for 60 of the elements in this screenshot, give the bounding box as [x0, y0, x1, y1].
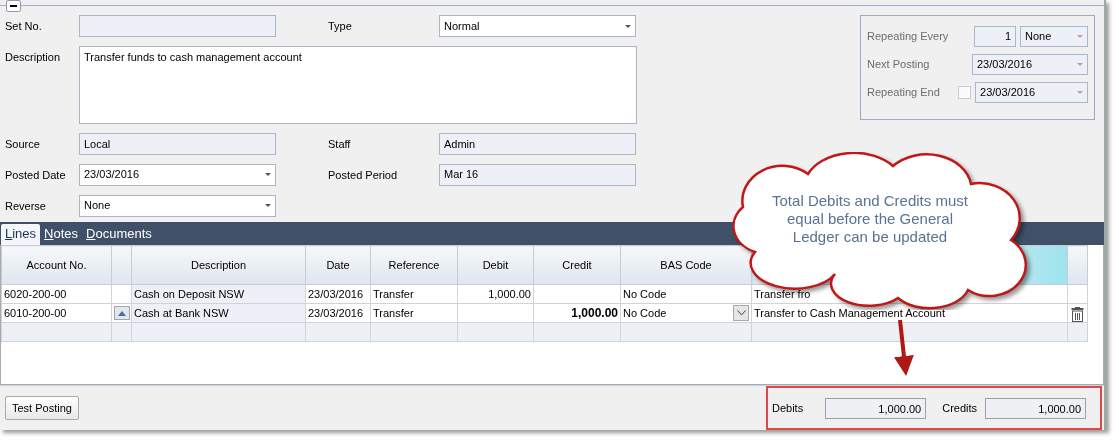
dropdown-field[interactable]: 23/03/2016 — [79, 163, 276, 186]
table-cell: Cash on Deposit NSW — [134, 288, 245, 301]
collapse-button[interactable] — [6, 0, 21, 12]
input-field[interactable]: Admin — [439, 132, 636, 155]
column-header: Credit — [533, 245, 621, 285]
table-cell: 6020-200-00 — [4, 288, 67, 301]
table-cell: Transfer fro — [754, 288, 811, 301]
field-label: Repeating Every — [867, 29, 950, 45]
dropdown-arrow-icon[interactable] — [265, 173, 271, 177]
dropdown-arrow-icon[interactable] — [265, 204, 271, 208]
test-posting-button[interactable]: Test Posting — [5, 395, 79, 421]
table-cell: 1,000.00 — [571, 306, 618, 321]
totals-label: Credits — [942, 400, 978, 416]
field-label: Description — [5, 49, 62, 65]
tab[interactable]: Lines — [1, 224, 41, 246]
input-field[interactable] — [79, 15, 276, 37]
table-row[interactable]: 6010-200-00 Cash at Bank NSW 23/03/2016 Transfer 1,000.00 No Code Transfer to Cash Management Account — [1, 303, 1088, 323]
column-header: Date — [305, 245, 371, 285]
input-field[interactable]: Mar 16 — [439, 163, 636, 186]
table-cell: Transfer — [373, 288, 414, 301]
dropdown-arrow-icon[interactable] — [625, 24, 631, 28]
total-field: 1,000.00 — [985, 397, 1087, 419]
field-label: Next Posting — [867, 57, 931, 73]
callout-text: Total Debits and Credits must equal before the General Ledger can be updated — [771, 192, 969, 246]
table-cell: 1,000.00 — [488, 288, 531, 301]
table-cell: Transfer — [373, 307, 414, 320]
column-header: Debit — [457, 245, 534, 285]
table-cell: No Code — [623, 307, 667, 320]
field-label: Source — [5, 136, 41, 152]
totals-label: Debits — [772, 400, 804, 416]
chevron-down-icon — [736, 310, 746, 317]
field-label: Staff — [328, 136, 352, 152]
field-label: Posted Date — [5, 167, 67, 183]
input-field[interactable]: Local — [79, 132, 276, 155]
table-cell: 23/03/2016 — [308, 288, 364, 301]
column-header: Reference — [370, 245, 458, 285]
table-cell: Transfer to Cash Management Account — [754, 307, 945, 320]
move-up-button[interactable] — [114, 306, 130, 321]
dropdown-field[interactable]: None — [79, 194, 276, 217]
pointer-arrow — [894, 319, 914, 376]
table-cell: 6010-200-00 — [4, 307, 67, 320]
field-label: Reverse — [5, 198, 47, 214]
tab[interactable]: Documents — [82, 224, 156, 246]
field-label: Type — [328, 19, 353, 34]
dropdown-field[interactable]: Normal — [439, 15, 636, 37]
field-label: Set No. — [5, 19, 43, 34]
text-area[interactable]: Transfer funds to cash management account — [79, 45, 637, 124]
tab[interactable]: Notes — [40, 224, 83, 246]
trash-icon[interactable] — [1071, 306, 1084, 322]
column-header: Account No. — [1, 245, 112, 285]
field-label: Repeating End — [867, 85, 941, 101]
field-label: Posted Period — [328, 167, 399, 183]
up-arrow-icon — [118, 310, 126, 316]
table-cell: 23/03/2016 — [308, 307, 364, 320]
column-header: Description — [131, 245, 306, 285]
table-cell: No Code — [623, 288, 667, 301]
total-field: 1,000.00 — [825, 397, 927, 419]
table-cell: Cash at Bank NSW — [134, 307, 229, 320]
dropdown-button[interactable] — [733, 305, 749, 322]
column-header: BAS Code — [620, 245, 752, 285]
